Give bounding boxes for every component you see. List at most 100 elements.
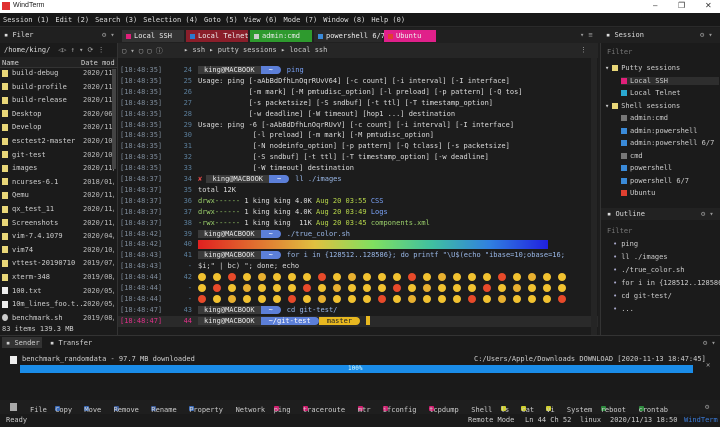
menu-window[interactable]: Window (8) [320,13,368,24]
outline-filter-input[interactable]: Filter [607,227,632,235]
tab-transfer[interactable]: ▪ Transfer [50,339,92,347]
menu-view[interactable]: View (6) [241,13,281,24]
file-row[interactable]: git-test 2020/10/ [2,151,114,164]
close-button[interactable]: ✕ [705,1,712,10]
filer-path[interactable]: /home/king/ [4,46,50,54]
col-name[interactable]: Name [2,59,19,67]
terminal-scrollbar[interactable] [591,58,597,335]
session-item[interactable]: powershell [621,164,672,172]
status-os[interactable]: linux [580,416,601,424]
tab-menu-icon[interactable]: ▾ ≡ [580,31,593,39]
file-row[interactable]: build-profile 2020/11/ [2,83,114,96]
tab-local-ssh[interactable]: Local SSH [122,30,184,42]
emoji [348,294,356,303]
emoji [258,273,266,282]
file-row[interactable]: qx_test_11 2020/11/ [2,205,114,218]
terminal-more-icon[interactable]: ⋮ [580,46,587,54]
outline-item[interactable]: • ll ./images [613,253,668,261]
file-row[interactable]: vim74 2020/10/ [2,246,114,259]
file-row[interactable]: build-release 2020/11/ [2,96,114,109]
toolbar-label: traceroute [302,406,346,414]
tab-ubuntu[interactable]: Ubuntu [384,30,436,42]
tab-local-telnet[interactable]: Local Telnet [186,30,249,42]
session-item[interactable]: ▾ Putty sessions [605,64,680,72]
file-row[interactable]: Screenshots 2020/11/ [2,219,114,232]
outline-settings-icon[interactable]: ⚙ ▾ [701,210,714,218]
transfer-cancel-icon[interactable]: ✕ [706,361,710,369]
file-name: vim74 [12,245,34,254]
line-number: 36 [183,196,192,205]
file-row[interactable]: 10m_lines_foo.t... 2020/05/ [2,300,114,313]
outline-item[interactable]: • for i in {128512..128586} [613,279,720,287]
filer-scrollbar[interactable] [112,69,116,169]
transfer-settings-icon[interactable]: ⚙ ▾ [703,339,716,347]
session-label: admin:powershell [630,126,698,135]
file-row[interactable]: ncurses-6.1 2018/01/ [2,178,114,191]
file-row[interactable]: esctest2-master 2020/10/ [2,137,114,150]
col-date[interactable]: Date mod [81,59,115,67]
filer-nav-icons[interactable]: ◁▷ ↑ ▾ ⟳ ⋮ [58,46,105,54]
file-row[interactable]: Desktop 2020/06/ [2,110,114,123]
menu-help[interactable]: Help (0) [368,13,408,24]
file-row[interactable]: xterm-348 2019/08/ [2,273,114,286]
session-item[interactable]: Local SSH [621,76,719,85]
session-icon [621,165,627,171]
status-bar: Ready Remote Mode Ln 44 Ch 52 linux 2020… [0,414,720,427]
file-row[interactable]: vim-7.4.1079 2020/04/ [2,232,114,245]
quickbar-settings-icon[interactable]: ⚙ [705,403,709,411]
file-date: 2020/06/ [83,109,114,118]
session-icon [621,177,627,184]
session-item[interactable]: Ubuntu [621,189,655,197]
file-row[interactable]: Develop 2020/11/ [2,123,114,136]
file-row[interactable]: Qemu 2020/11/ [2,191,114,204]
session-item[interactable]: admin:cmd [621,114,668,122]
menu-search[interactable]: Search (3) [92,13,140,24]
menu-selection[interactable]: Selection (4) [140,13,201,24]
terminal-line: [18:48:35] 29 Usage: ping -6 [-aAbBdDfhLnO… [118,120,598,131]
filer-status: 83 items 139.3 MB [2,325,74,333]
session-item[interactable]: Local Telnet [621,89,681,97]
outline-label: for i in {128512..128586} [621,279,720,287]
session-item[interactable]: ▾ Shell sessions [605,102,680,110]
menu-edit[interactable]: Edit (2) [52,13,92,24]
breadcrumb-item[interactable]: putty sessions [218,46,277,54]
status-mode[interactable]: Remote Mode [468,416,514,424]
breadcrumb-item[interactable]: local ssh [289,46,327,54]
outline-item[interactable]: •... [613,305,634,313]
status-position[interactable]: Ln 44 Ch 52 [525,416,571,424]
session-filter-input[interactable]: Filter [607,48,632,56]
app-logo-icon [2,2,10,10]
maximize-button[interactable]: ❐ [678,1,685,10]
menu-mode[interactable]: Mode (7) [280,13,320,24]
expand-icon[interactable]: ▾ [605,102,609,110]
file-row[interactable]: build-debug 2020/11/ [2,69,114,82]
outline-item[interactable]: • cd git-test/ [613,292,672,300]
tab-admin-cmd[interactable]: admin:cmd [250,30,312,42]
session-item[interactable]: cmd [621,152,643,160]
session-item[interactable]: admin:powershell [621,127,697,135]
menu-session[interactable]: Session (1) [0,13,52,24]
output-text: Usage: ping -6 [-aAbBdDfhLnOqrRUvV] [-c … [198,120,515,129]
output-text: [-N nodeinfo_option] [-p pattern] [-Q tc… [198,142,510,151]
output-text: Usage: ping [-aAbBdDfhLnOqrRUvV64] [-c c… [198,76,510,85]
minimize-button[interactable]: – [653,1,657,10]
tab-sender[interactable]: ▪ Sender [2,337,42,348]
session-item[interactable]: admin:powershell 6/7 [621,139,714,147]
session-item[interactable]: powershell 6/7 [621,177,689,185]
tab-powershell-6-7[interactable]: powershell 6/7 [314,30,385,42]
terminal-tool-icons[interactable]: ▢ ▾ ▢ ▢ ⓘ [122,46,163,56]
menu-goto[interactable]: Goto (5) [201,13,241,24]
file-row[interactable]: vttest-20190710 2019/07/ [2,259,114,272]
line-timestamp: [18:48:37] [120,218,163,227]
file-row[interactable]: images 2020/11/ [2,164,114,177]
file-row[interactable]: 100.txt 2020/05/ [2,287,114,300]
toolbar-label: Move [84,406,102,414]
quickbar-icon[interactable] [10,403,17,411]
session-settings-icon[interactable]: ⚙ ▾ [700,31,713,39]
outline-item[interactable]: • ping [613,240,638,248]
breadcrumb-item[interactable]: ssh [192,46,205,54]
terminal-view[interactable]: [18:48:35] 24 king@MACBOOK ~ ping [18:48:35] 2… [118,58,598,335]
outline-item[interactable]: • ./true_color.sh [613,266,684,274]
filer-settings-icon[interactable]: ⚙ ▾ [102,31,115,39]
expand-icon[interactable]: ▾ [605,64,609,72]
